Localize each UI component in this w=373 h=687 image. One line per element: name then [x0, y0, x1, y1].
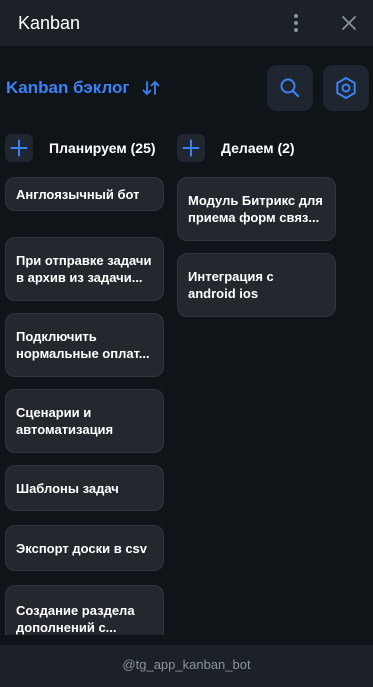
task-card[interactable]: Создание раздела дополнений с... — [5, 585, 164, 635]
app-title: Kanban — [18, 13, 81, 33]
task-card-title: Создание раздела дополнений с... — [16, 603, 135, 635]
settings-icon — [336, 77, 356, 99]
task-card-title: При отправке задачи в архив из задачи... — [16, 253, 152, 285]
task-card-title: Сценарии и автоматизация — [16, 405, 114, 437]
plus-icon — [10, 139, 28, 157]
title-bar: Kanban — [0, 0, 373, 46]
search-icon — [280, 78, 300, 98]
task-card[interactable]: Шаблоны задач — [5, 465, 164, 511]
footer-bar: @tg_app_kanban_bot — [0, 645, 373, 687]
task-card-title: Англоязычный бот — [16, 186, 140, 202]
bot-username: @tg_app_kanban_bot — [122, 657, 251, 672]
column-title: Делаем (2) — [221, 140, 295, 156]
board-title[interactable]: Kanban бэклог — [6, 78, 129, 98]
task-card-title: Шаблоны задач — [16, 480, 119, 496]
close-icon[interactable] — [339, 13, 359, 33]
task-card-title: Подключить нормальные оплат... — [16, 329, 150, 361]
column-title: Планируем (25) — [49, 140, 156, 156]
app-window: Kanban Kanban бэклог Планируем (25) Дела… — [0, 0, 373, 687]
search-button[interactable] — [267, 65, 313, 111]
task-card[interactable]: Англоязычный бот — [5, 177, 164, 211]
column-header-planned: Планируем (25) — [5, 134, 170, 162]
task-card-title: Экспорт доски в csv — [16, 540, 148, 556]
task-card[interactable]: Экспорт доски в csv — [5, 525, 164, 571]
task-card-title: Модуль Битрикс для приема форм связ... — [188, 193, 323, 225]
plus-icon — [182, 139, 200, 157]
add-card-button[interactable] — [5, 134, 33, 162]
task-card[interactable]: При отправке задачи в архив из задачи... — [5, 237, 164, 301]
task-card[interactable]: Сценарии и автоматизация — [5, 389, 164, 453]
more-vertical-icon[interactable] — [288, 13, 304, 33]
settings-button[interactable] — [323, 65, 369, 111]
task-card[interactable]: Интеграция с android ios — [177, 253, 336, 317]
add-card-button[interactable] — [177, 134, 205, 162]
task-card-title: Интеграция с android ios — [188, 269, 274, 301]
column-header-doing: Делаем (2) — [177, 134, 342, 162]
board-scroll-area[interactable]: Англоязычный бот При отправке задачи в а… — [0, 165, 373, 635]
task-card[interactable]: Подключить нормальные оплат... — [5, 313, 164, 377]
sort-icon[interactable] — [141, 79, 161, 97]
task-card[interactable]: Модуль Битрикс для приема форм связ... — [177, 177, 336, 241]
